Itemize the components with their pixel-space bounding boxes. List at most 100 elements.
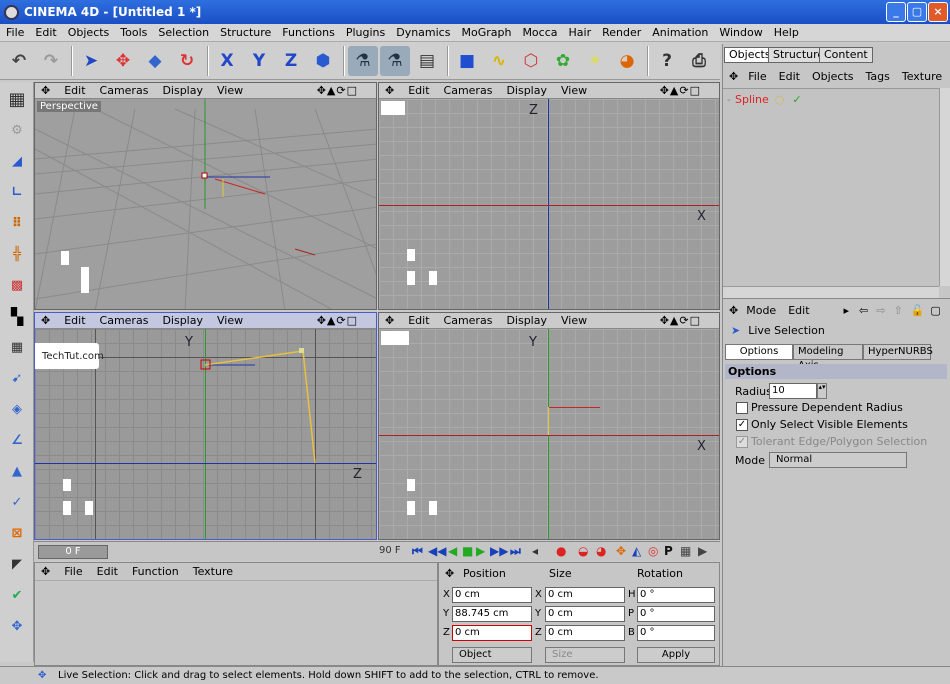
viewport-menu-cameras[interactable]: Cameras [100,84,149,97]
material-menu-edit[interactable]: Edit [97,565,118,578]
object-list[interactable]: - Spline ◌ ✓ [723,88,939,286]
perspective-canvas[interactable]: Perspective [35,99,376,309]
scene-icon[interactable]: ◕ [612,46,642,76]
menu-plugins[interactable]: Plugins [346,26,385,39]
size-z-field[interactable]: 0 cm [545,625,625,641]
axis-mode-icon[interactable]: ◢ [3,147,31,175]
attribute-menu-edit[interactable]: Edit [788,304,809,317]
deformer-icon[interactable]: ✴ [580,46,610,76]
menu-animation[interactable]: Animation [652,26,708,39]
viewport-menu-edit[interactable]: Edit [64,84,85,97]
radius-stepper[interactable]: ▴▾ [817,383,827,399]
viewport-menu-cameras[interactable]: Cameras [100,314,149,327]
top-viewport[interactable]: ✥ Edit Cameras Display View ✥▲⟳□ Z X [378,82,720,310]
visibility-check-icon[interactable]: ✓ [792,93,801,106]
viewport-menu-display[interactable]: Display [162,314,203,327]
menu-tools[interactable]: Tools [120,26,147,39]
texture-mode-icon[interactable]: ▚ [3,302,31,330]
object-name[interactable]: Spline [735,93,769,106]
attribute-move-icon[interactable]: ✥ [729,304,738,317]
timeline-slider[interactable]: 0 F [38,545,108,559]
tab-options[interactable]: Options [725,344,793,360]
tab-modeling-axis[interactable]: Modeling Axis [793,344,863,371]
object-menu-objects[interactable]: Objects [812,70,854,83]
position-y-field[interactable]: 88.745 cm [452,606,532,622]
x-axis-icon[interactable]: X [212,46,242,76]
camera-icon[interactable]: ⎙ [684,46,714,76]
pressure-checkbox[interactable] [736,402,748,414]
play-backward-icon[interactable]: ◀ [448,544,457,558]
menu-mograph[interactable]: MoGraph [461,26,511,39]
material-move-icon[interactable]: ✥ [41,565,50,578]
menu-functions[interactable]: Functions [282,26,335,39]
perspective-viewport[interactable]: ✥ Edit Cameras Display View ✥▲⟳□ Perspec… [34,82,377,310]
box-select-icon[interactable]: ◈ [3,395,31,423]
edges-mode-icon[interactable]: ╬ [3,240,31,268]
expand-arrow-icon[interactable]: ▸ [844,304,850,317]
front-canvas[interactable]: Y Z TechTut.com [35,329,376,539]
polygons-mode-icon[interactable]: ▩ [3,271,31,299]
viewport-move-icon[interactable]: ✥ [41,84,50,97]
viewport-controls[interactable]: ✥▲⟳□ [660,84,701,97]
scale-icon[interactable]: ◆ [140,46,170,76]
cube-icon[interactable]: ■ [452,46,482,76]
object-menu-file[interactable]: File [748,70,766,83]
viewport-controls[interactable]: ✥▲⟳□ [317,84,358,97]
knife-icon[interactable]: ◤ [3,550,31,578]
object-list-hscrollbar[interactable] [723,286,939,298]
tab-content[interactable]: Content [819,47,873,63]
viewport-move-icon[interactable]: ✥ [41,314,50,327]
maximize-button[interactable]: ▢ [907,2,927,22]
rotation-h-field[interactable]: 0 ° [637,587,715,603]
selection-mode-dropdown[interactable]: Normal [769,452,907,468]
viewport-controls[interactable]: ✥▲⟳□ [317,314,358,327]
menu-file[interactable]: File [6,26,24,39]
minimize-button[interactable]: _ [886,2,906,22]
brush-icon[interactable]: ✓ [3,488,31,516]
tolerant-checkbox[interactable]: ✓ [736,436,748,448]
help-icon[interactable]: ? [652,46,682,76]
viewport-menu-view[interactable]: View [217,84,243,97]
visible-only-checkbox[interactable]: ✓ [736,419,748,431]
list-item[interactable]: - Spline ◌ ✓ [727,93,802,106]
size-x-field[interactable]: 0 cm [545,587,625,603]
tab-hypernurbs[interactable]: HyperNURBS [863,344,933,360]
model-mode-icon[interactable]: ∟ [3,178,31,206]
move-icon[interactable]: ✥ [108,46,138,76]
lock-icon[interactable]: 🔓 [911,304,925,317]
coordinates-move-icon[interactable]: ✥ [445,567,454,580]
viewport-menu-edit[interactable]: Edit [64,314,85,327]
menu-hair[interactable]: Hair [569,26,592,39]
attribute-menu-mode[interactable]: Mode [746,304,776,317]
autokey-icon[interactable]: ◒ [578,544,588,558]
apply-button[interactable]: Apply [637,647,715,663]
viewport-menu-display[interactable]: Display [506,84,547,97]
parameter-key-icon[interactable]: P [664,544,673,558]
menu-objects[interactable]: Objects [68,26,110,39]
object-mode-icon[interactable]: ⚙ [3,116,31,144]
material-menu-file[interactable]: File [64,565,82,578]
side-viewport[interactable]: ✥ Edit Cameras Display View ✥▲⟳□ Y X [378,312,720,540]
rotation-p-field[interactable]: 0 ° [637,606,715,622]
up-arrow-icon[interactable]: ⇧ [893,304,902,317]
back-arrow-icon[interactable]: ⇦ [859,304,868,317]
sound-icon[interactable]: ◂ [532,544,538,558]
step-forward-icon[interactable]: ▶▶ [490,544,508,558]
viewport-move-icon[interactable]: ✥ [385,314,394,327]
front-viewport[interactable]: ✥ Edit Cameras Display View ✥▲⟳□ Y Z Tec… [34,312,377,540]
z-axis-icon[interactable]: Z [276,46,306,76]
viewport-menu-view[interactable]: View [561,84,587,97]
top-canvas[interactable]: Z X [379,99,719,309]
undo-icon[interactable]: ↶ [4,46,34,76]
go-to-start-icon[interactable]: ⏮ [412,544,423,559]
menu-mocca[interactable]: Mocca [522,26,557,39]
array-icon[interactable]: ✿ [548,46,578,76]
y-axis-icon[interactable]: Y [244,46,274,76]
render-settings-icon[interactable]: ▤ [412,46,442,76]
iron-icon[interactable]: ✔ [3,581,31,609]
spline-icon[interactable]: ∿ [484,46,514,76]
position-z-field[interactable]: 0 cm [452,625,532,641]
redo-icon[interactable]: ↷ [36,46,66,76]
menu-selection[interactable]: Selection [158,26,209,39]
viewport-menu-edit[interactable]: Edit [408,84,429,97]
